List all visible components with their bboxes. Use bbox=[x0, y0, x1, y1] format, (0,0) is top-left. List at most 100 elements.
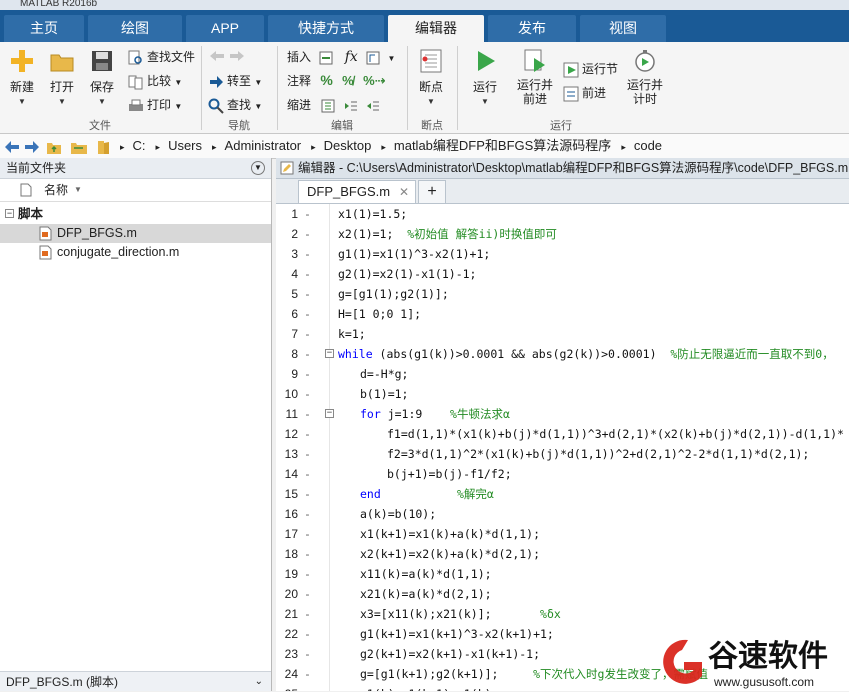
open-button[interactable]: 打开 ▼ bbox=[46, 48, 78, 106]
indent-left-icon[interactable] bbox=[365, 98, 381, 114]
advance-button[interactable]: 前进 bbox=[563, 84, 606, 102]
breakpoint-marker[interactable]: - bbox=[304, 564, 311, 584]
breakpoint-marker[interactable]: - bbox=[304, 324, 311, 344]
breakpoint-marker[interactable]: - bbox=[304, 544, 311, 564]
line-number[interactable]: 13 bbox=[276, 444, 298, 464]
line-number[interactable]: 23 bbox=[276, 644, 298, 664]
code-line[interactable]: 10- b(1)=1; bbox=[276, 384, 849, 404]
breakpoint-marker[interactable]: - bbox=[304, 484, 311, 504]
line-number[interactable]: 11 bbox=[276, 404, 298, 424]
breakpoint-marker[interactable]: - bbox=[304, 504, 311, 524]
line-number[interactable]: 19 bbox=[276, 564, 298, 584]
tab-home[interactable]: 主页 bbox=[4, 15, 84, 42]
tab-shortcuts[interactable]: 快捷方式 bbox=[268, 15, 384, 42]
line-number[interactable]: 4 bbox=[276, 264, 298, 284]
code-line[interactable]: 3- g1(1)=x1(1)^3-x2(1)+1; bbox=[276, 244, 849, 264]
line-number[interactable]: 15 bbox=[276, 484, 298, 504]
indent-right-icon[interactable] bbox=[343, 98, 359, 114]
code-line[interactable]: 13- f2=3*d(1,1)^2*(x1(k)+b(j)*d(1,1))^2+d… bbox=[276, 444, 849, 464]
line-number[interactable]: 8 bbox=[276, 344, 298, 364]
breakpoint-marker[interactable]: - bbox=[304, 244, 311, 264]
code-line[interactable]: 19- x11(k)=a(k)*d(1,1); bbox=[276, 564, 849, 584]
add-tab-button[interactable]: + bbox=[418, 180, 446, 203]
run-advance-button[interactable]: 运行并前进 bbox=[513, 48, 557, 106]
code-line[interactable]: 12- f1=d(1,1)*(x1(k)+b(j)*d(1,1))^3+d(2,1… bbox=[276, 424, 849, 444]
code-line[interactable]: 21- x3=[x11(k);x21(k)]; %δx bbox=[276, 604, 849, 624]
nav-arrows[interactable] bbox=[208, 48, 249, 64]
insert-section-icon[interactable] bbox=[318, 50, 334, 66]
code-line[interactable]: 20- x21(k)=a(k)*d(2,1); bbox=[276, 584, 849, 604]
path-segment[interactable]: C: bbox=[133, 138, 146, 153]
breakpoint-marker[interactable]: - bbox=[304, 644, 311, 664]
code-area[interactable]: 1- x1(1)=1.5; 2- x2(1)=1; %初始值 解答ii)时换值即可 3-… bbox=[276, 204, 849, 691]
uncomment-icon[interactable]: %̸ bbox=[342, 73, 354, 88]
wrap-comment-icon[interactable]: %⇢ bbox=[363, 73, 385, 88]
line-number[interactable]: 12 bbox=[276, 424, 298, 444]
line-number[interactable]: 7 bbox=[276, 324, 298, 344]
goto-button[interactable]: 转至 ▼ bbox=[208, 72, 262, 90]
line-number[interactable]: 16 bbox=[276, 504, 298, 524]
new-button[interactable]: 新建 ▼ bbox=[6, 48, 38, 106]
fold-toggle-icon[interactable]: − bbox=[325, 409, 334, 418]
code-line[interactable]: 14- b(j+1)=b(j)-f1/f2; bbox=[276, 464, 849, 484]
tab-plots[interactable]: 绘图 bbox=[88, 15, 182, 42]
back-arrow-icon[interactable] bbox=[4, 134, 20, 158]
percent-icon[interactable]: % bbox=[320, 72, 332, 88]
code-line[interactable]: 8- − while (abs(g1(k))>0.0001 && abs(g2(k)… bbox=[276, 344, 849, 364]
code-line[interactable]: 6- H=[1 0;0 1]; bbox=[276, 304, 849, 324]
breakpoints-button[interactable]: 断点 ▼ bbox=[414, 48, 448, 106]
breakpoint-marker[interactable]: - bbox=[304, 584, 311, 604]
line-number[interactable]: 14 bbox=[276, 464, 298, 484]
panel-menu-icon[interactable]: ▼ bbox=[251, 161, 265, 175]
breakpoint-marker[interactable]: - bbox=[304, 604, 311, 624]
run-button[interactable]: 运行 ▼ bbox=[467, 48, 503, 106]
code-line[interactable]: 18- x2(k+1)=x2(k)+a(k)*d(2,1); bbox=[276, 544, 849, 564]
run-section-button[interactable]: 运行节 bbox=[563, 60, 618, 78]
column-header[interactable]: 名称 ▼ bbox=[0, 179, 271, 202]
find-button[interactable]: 查找 ▼ bbox=[208, 96, 262, 114]
tab-apps[interactable]: APP bbox=[186, 15, 264, 42]
line-number[interactable]: 22 bbox=[276, 624, 298, 644]
code-line[interactable]: 2- x2(1)=1; %初始值 解答ii)时换值即可 bbox=[276, 224, 849, 244]
line-number[interactable]: 17 bbox=[276, 524, 298, 544]
breakpoint-marker[interactable]: - bbox=[304, 284, 311, 304]
line-number[interactable]: 5 bbox=[276, 284, 298, 304]
breakpoint-marker[interactable]: - bbox=[304, 524, 311, 544]
browse-folder-icon[interactable] bbox=[70, 134, 88, 158]
breakpoint-marker[interactable]: - bbox=[304, 364, 311, 384]
code-line[interactable]: 15- end %解完α bbox=[276, 484, 849, 504]
breakpoint-marker[interactable]: - bbox=[304, 204, 311, 224]
breakpoint-marker[interactable]: - bbox=[304, 664, 311, 684]
breakpoint-marker[interactable]: - bbox=[304, 224, 311, 244]
list-item-conjugate-direction[interactable]: conjugate_direction.m bbox=[0, 243, 271, 262]
code-line[interactable]: 16- a(k)=b(10); bbox=[276, 504, 849, 524]
breakpoint-marker[interactable]: - bbox=[304, 624, 311, 644]
code-line[interactable]: 9- d=-H*g; bbox=[276, 364, 849, 384]
details-bar[interactable]: DFP_BFGS.m (脚本) ⌄ bbox=[0, 671, 271, 691]
path-segment[interactable]: Desktop bbox=[324, 138, 372, 153]
expand-details-icon[interactable]: ⌄ bbox=[255, 672, 263, 692]
line-number[interactable]: 20 bbox=[276, 584, 298, 604]
insert-function-icon[interactable] bbox=[365, 50, 381, 66]
breakpoint-marker[interactable]: - bbox=[304, 424, 311, 444]
list-item-dfp-bfgs[interactable]: DFP_BFGS.m bbox=[0, 224, 271, 243]
line-number[interactable]: 25 bbox=[276, 684, 298, 691]
smart-indent-icon[interactable] bbox=[320, 98, 336, 114]
breakpoint-marker[interactable]: - bbox=[304, 684, 311, 691]
breakpoint-marker[interactable]: - bbox=[304, 464, 311, 484]
tab-view[interactable]: 视图 bbox=[580, 15, 666, 42]
line-number[interactable]: 10 bbox=[276, 384, 298, 404]
find-files-button[interactable]: 查找文件 bbox=[128, 48, 195, 66]
line-number[interactable]: 9 bbox=[276, 364, 298, 384]
breakpoint-marker[interactable]: - bbox=[304, 384, 311, 404]
code-line[interactable]: 4- g2(1)=x2(1)-x1(1)-1; bbox=[276, 264, 849, 284]
breakpoint-marker[interactable]: - bbox=[304, 344, 311, 364]
close-tab-icon[interactable]: ✕ bbox=[399, 181, 409, 203]
breakpoint-marker[interactable]: - bbox=[304, 304, 311, 324]
tab-editor[interactable]: 编辑器 bbox=[388, 15, 484, 42]
line-number[interactable]: 3 bbox=[276, 244, 298, 264]
path-segment[interactable]: Users bbox=[168, 138, 202, 153]
tab-publish[interactable]: 发布 bbox=[488, 15, 576, 42]
line-number[interactable]: 2 bbox=[276, 224, 298, 244]
fold-toggle-icon[interactable]: − bbox=[325, 349, 334, 358]
